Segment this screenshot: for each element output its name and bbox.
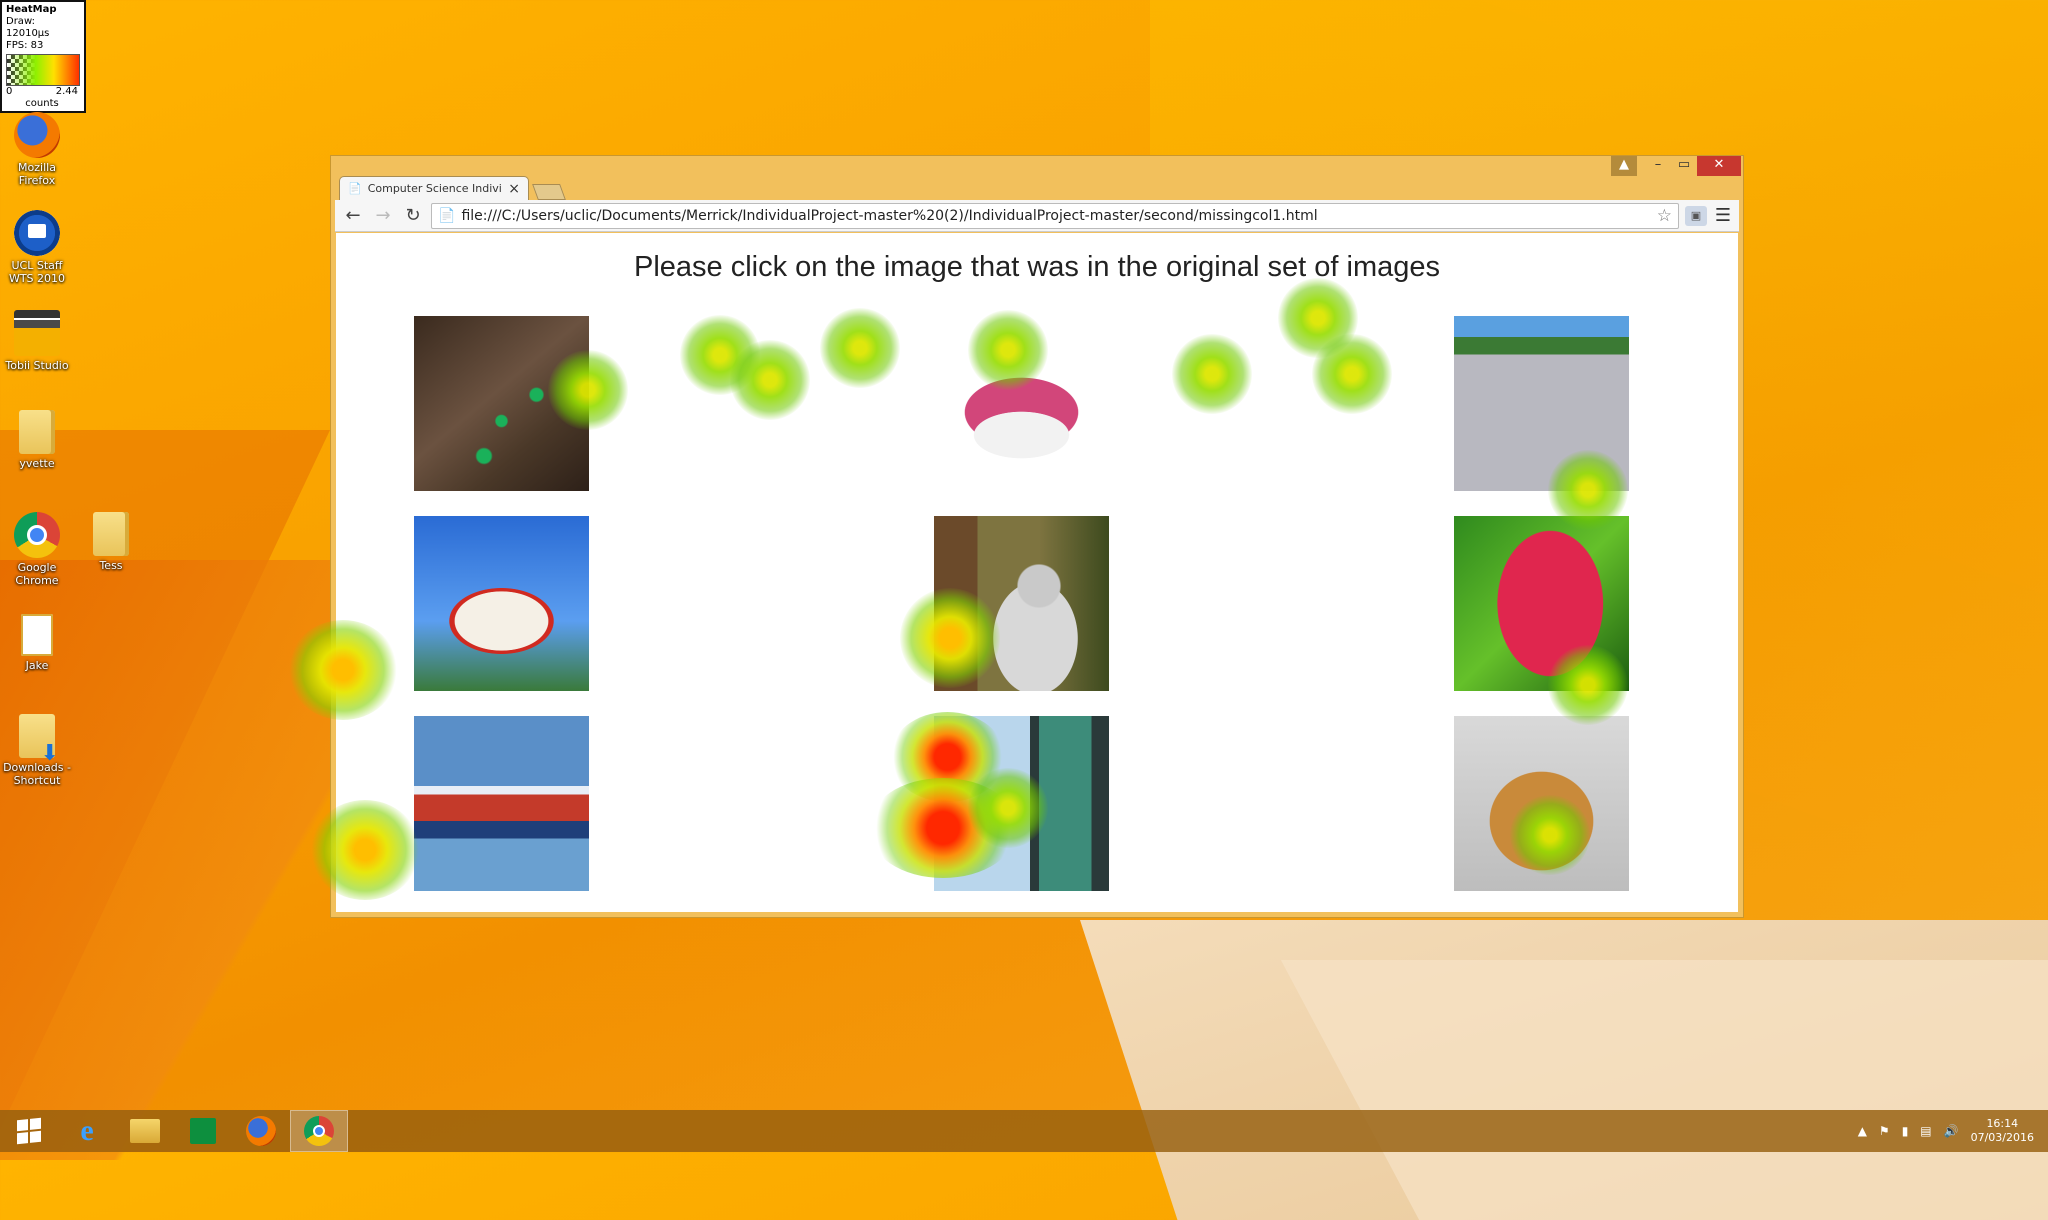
tab-title: Computer Science Individ [367,182,503,195]
pink-shoe-image[interactable] [934,316,1109,491]
show-hidden-icons-icon[interactable]: ▲ [1858,1124,1867,1138]
clock-time: 16:14 [1986,1117,2019,1130]
desktop-icon-tess[interactable]: Tess [74,512,148,572]
browser-toolbar: ← → ↻ 📄 file:///C:/Users/uclic/Documents… [335,200,1739,232]
heatmap-fps: FPS: 83 [6,40,44,51]
windows-logo-icon [17,1117,41,1145]
user-profile-button[interactable]: ▲ [1611,156,1637,176]
folder-icon [19,410,55,454]
power-icon[interactable]: ▮ [1902,1124,1909,1138]
heatmap-draw-time: Draw: 12010µs [6,16,50,39]
firefox-icon [246,1116,276,1146]
desktop-icon-downloads[interactable]: Downloads - Shortcut [0,714,74,787]
action-center-flag-icon[interactable]: ⚑ [1879,1124,1890,1138]
reload-icon[interactable]: ↻ [401,205,425,226]
cargo-ship-image[interactable] [414,716,589,891]
tab-close-icon[interactable]: × [508,181,520,197]
heatmap-legend: HeatMap Draw: 12010µs FPS: 83 0 2.44 cou… [0,0,86,113]
taskbar-firefox[interactable] [232,1110,290,1152]
page-content: Please click on the image that was in th… [336,233,1738,912]
heatmap-scale-labels: 0 2.44 [6,86,78,98]
file-explorer-icon [130,1119,160,1143]
menu-icon[interactable]: ☰ [1713,205,1733,226]
tab-strip: 📄 Computer Science Individ × [339,174,566,200]
page-icon: 📄 [348,182,362,195]
desktop-icon-label: Tess [99,559,123,572]
taskbar-file-explorer[interactable] [116,1110,174,1152]
desktop-icon-label: Google Chrome [15,561,59,587]
address-bar[interactable]: 📄 file:///C:/Users/uclic/Documents/Merri… [431,202,1679,229]
chrome-icon [304,1116,334,1146]
las-vegas-sign-image[interactable] [414,516,589,691]
start-button[interactable] [0,1110,58,1152]
back-icon[interactable]: ← [341,205,365,226]
tobii-icon [14,310,60,356]
wallpaper-shape [1280,960,2048,1220]
browser-window: ▲ – ▭ ✕ 📄 Computer Science Individ × ← →… [330,155,1744,918]
downloads-icon [19,714,59,760]
desktop-icon-wts[interactable]: UCL Staff WTS 2010 [0,210,74,285]
heatmap-title: HeatMap [6,4,57,15]
url-text[interactable]: file:///C:/Users/uclic/Documents/Merrick… [461,208,1650,224]
desktop-icon-label: Mozilla Firefox [18,161,56,187]
clock[interactable]: 16:14 07/03/2016 [1971,1117,2034,1145]
forward-icon[interactable]: → [371,205,395,226]
folder-icon [93,512,129,556]
window-controls: ▲ – ▭ ✕ [1611,156,1741,176]
tab-active[interactable]: 📄 Computer Science Individ × [339,176,529,200]
maximize-button[interactable]: ▭ [1671,156,1697,176]
new-tab-button[interactable] [532,184,566,200]
heatmap-color-scale [6,54,80,86]
store-icon [190,1118,216,1144]
desktop-icon-label: Tobii Studio [5,359,69,372]
desktop-icon-label: Downloads - Shortcut [3,761,71,787]
heatmap-unit: counts [25,98,59,109]
tulip-image[interactable] [1454,516,1629,691]
page-heading: Please click on the image that was in th… [634,251,1440,283]
close-button[interactable]: ✕ [1697,156,1741,176]
desktop-icon-chrome[interactable]: Google Chrome [0,512,74,587]
taskbar-internet-explorer[interactable]: e [58,1110,116,1152]
wallpaper-shape [1080,920,2048,1220]
chrome-icon [14,512,60,558]
desktop-icon-yvette[interactable]: yvette [0,410,74,470]
internet-explorer-icon: e [80,1114,94,1147]
extension-icon[interactable]: ▣ [1685,205,1707,226]
beetles-image[interactable] [414,316,589,491]
go-kart-image[interactable] [1454,316,1629,491]
firefox-icon [14,112,60,158]
volume-icon[interactable]: 🔊 [1944,1124,1959,1138]
minimize-button[interactable]: – [1645,156,1671,176]
desktop-icon-label: Jake [25,659,49,672]
clock-date: 07/03/2016 [1970,1131,2034,1144]
system-tray: ▲ ⚑ ▮ ▤ 🔊 16:14 07/03/2016 [1858,1110,2034,1152]
remote-desktop-icon [14,210,60,256]
heatmap-scale-max: 2.44 [55,86,78,97]
taskbar: e ▲ ⚑ ▮ ▤ 🔊 16:14 07/03/2016 [0,1110,2048,1152]
desktop-icon-label: yvette [19,457,55,470]
document-icon [21,614,53,656]
bookmark-star-icon[interactable]: ☆ [1657,206,1672,226]
heatmap-scale-min: 0 [6,86,13,97]
desktop-icon-jake[interactable]: Jake [0,614,74,672]
desktop-icon-tobii[interactable]: Tobii Studio [0,310,74,372]
desktop-icon-label: UCL Staff WTS 2010 [8,259,66,285]
glass-building-image[interactable] [934,716,1109,891]
desktop-icon-firefox[interactable]: Mozilla Firefox [0,112,74,187]
taskbar-chrome[interactable] [290,1110,348,1152]
lemur-image[interactable] [934,516,1109,691]
gingerbread-house-image[interactable] [1454,716,1629,891]
taskbar-store[interactable] [174,1110,232,1152]
page-icon: 📄 [438,207,456,224]
network-icon[interactable]: ▤ [1920,1124,1931,1138]
